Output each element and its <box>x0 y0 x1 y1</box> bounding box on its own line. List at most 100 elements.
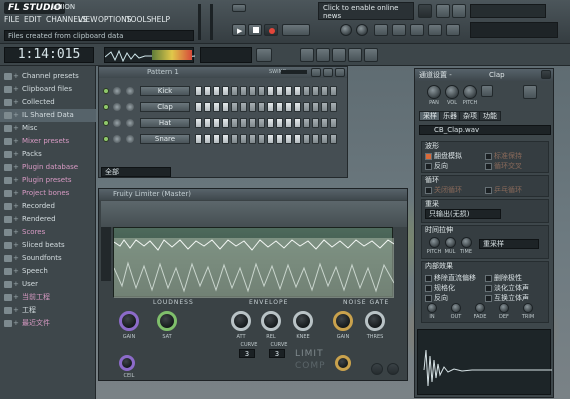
expand-icon[interactable]: + <box>13 265 19 278</box>
step-button[interactable] <box>312 102 319 112</box>
step-button[interactable] <box>321 86 328 96</box>
step-button[interactable] <box>222 134 229 144</box>
channel-pan-knob[interactable] <box>113 135 121 143</box>
precompute-option-6[interactable]: 互换立体声 <box>485 293 529 303</box>
browser-item[interactable]: + Clipboard files <box>0 83 96 96</box>
browser-item[interactable]: + 当前工程 <box>0 291 96 304</box>
expand-icon[interactable]: + <box>13 278 19 291</box>
browser-item[interactable]: + Recorded <box>0 200 96 213</box>
step-button[interactable] <box>303 86 310 96</box>
step-button[interactable] <box>195 102 202 112</box>
channel-name-button[interactable]: Clap <box>140 102 190 112</box>
master-pitch-slider[interactable] <box>210 4 213 40</box>
expand-icon[interactable]: + <box>13 161 19 174</box>
channel-settings-close-button[interactable] <box>541 70 551 79</box>
record-button[interactable] <box>264 24 278 36</box>
step-button[interactable] <box>249 118 256 128</box>
sat-knob[interactable] <box>157 311 177 331</box>
step-button[interactable] <box>195 118 202 128</box>
channel-fx-button[interactable] <box>523 85 537 99</box>
browser-item[interactable]: + Speech <box>0 265 96 278</box>
browser-item[interactable]: + Mixer presets <box>0 135 96 148</box>
step-button[interactable] <box>222 86 229 96</box>
precompute-option-5[interactable]: 反向 <box>425 293 448 303</box>
step-button[interactable] <box>330 134 337 144</box>
step-button[interactable] <box>231 134 238 144</box>
stepseq-option-button-3[interactable] <box>335 68 345 77</box>
menu-tools[interactable]: TOOLS <box>126 15 151 24</box>
step-button[interactable] <box>222 102 229 112</box>
step-button[interactable] <box>321 102 328 112</box>
step-button[interactable] <box>312 118 319 128</box>
step-button[interactable] <box>294 102 301 112</box>
gain-knob[interactable] <box>119 311 139 331</box>
step-button[interactable] <box>285 86 292 96</box>
news-toggle-button[interactable] <box>418 4 432 18</box>
precompute-option-4[interactable]: 淡化立体声 <box>485 283 529 293</box>
channel-mute-led[interactable] <box>103 120 109 126</box>
menu-file[interactable]: FILE <box>4 15 19 24</box>
step-button[interactable] <box>204 86 211 96</box>
expand-icon[interactable]: + <box>13 109 19 122</box>
step-button[interactable] <box>312 86 319 96</box>
step-button[interactable] <box>330 102 337 112</box>
online-news-panel[interactable]: Click to enable online news <box>318 2 414 20</box>
step-button[interactable] <box>276 86 283 96</box>
release-knob[interactable] <box>261 311 281 331</box>
step-button[interactable] <box>276 134 283 144</box>
pattern-song-toggle[interactable] <box>232 4 246 12</box>
toolbar-button-4[interactable] <box>392 24 406 36</box>
channel-name-button[interactable]: Hat <box>140 118 190 128</box>
toolbar-button-3[interactable] <box>374 24 388 36</box>
step-button[interactable] <box>240 118 247 128</box>
toolbar-button-6[interactable] <box>428 24 442 36</box>
toolbar-button-1[interactable] <box>436 4 450 18</box>
step-button[interactable] <box>204 134 211 144</box>
view-browser-button[interactable] <box>348 48 362 62</box>
sample-file-select[interactable]: CB_Clap.wav <box>419 125 551 135</box>
wave-option-2[interactable]: 标准保持 <box>485 151 522 161</box>
fx-def-knob[interactable] <box>499 303 509 313</box>
browser-item[interactable]: + Project bones <box>0 187 96 200</box>
browser-item[interactable]: + Plugin presets <box>0 174 96 187</box>
limiter-prev-button[interactable] <box>371 363 383 375</box>
channel-filter-select[interactable]: 全部 <box>101 167 171 177</box>
limiter-next-button[interactable] <box>387 363 399 375</box>
step-button[interactable] <box>213 86 220 96</box>
wave-option-4[interactable]: 循环交叉 <box>485 161 522 171</box>
wave-option-1[interactable]: 翻盘模拟 <box>425 151 462 161</box>
channel-volume-knob[interactable] <box>126 119 134 127</box>
step-button[interactable] <box>222 118 229 128</box>
step-button[interactable] <box>231 102 238 112</box>
tab-misc[interactable]: 杂项 <box>459 111 481 121</box>
tab-functions[interactable]: 功能 <box>479 111 501 121</box>
step-button[interactable] <box>249 86 256 96</box>
fx-trim-knob[interactable] <box>523 303 533 313</box>
expand-icon[interactable]: + <box>13 122 19 135</box>
expand-icon[interactable]: + <box>13 252 19 265</box>
step-button[interactable] <box>213 134 220 144</box>
toolbar-knob-2[interactable] <box>356 24 368 36</box>
step-button[interactable] <box>258 86 265 96</box>
channel-pan-knob[interactable] <box>113 103 121 111</box>
snap-button[interactable] <box>256 48 272 62</box>
channel-pan-knob[interactable] <box>113 87 121 95</box>
limit-mode-button[interactable]: LIMIT <box>295 349 324 359</box>
browser-item[interactable]: + 最近文件 <box>0 317 96 330</box>
curve-value-2[interactable]: 3 <box>269 349 285 358</box>
browser-item[interactable]: + User <box>0 278 96 291</box>
expand-icon[interactable]: + <box>13 304 19 317</box>
step-button[interactable] <box>303 102 310 112</box>
step-button[interactable] <box>240 86 247 96</box>
swing-slider[interactable] <box>281 70 307 74</box>
expand-icon[interactable]: + <box>13 96 19 109</box>
ts-time-knob[interactable] <box>461 237 472 248</box>
expand-icon[interactable]: + <box>13 213 19 226</box>
pan-knob[interactable] <box>427 85 441 99</box>
view-stepseq-button[interactable] <box>316 48 330 62</box>
loop-option-2[interactable]: 乒乓循环 <box>485 185 522 195</box>
play-button[interactable]: ▶ <box>232 24 246 36</box>
step-button[interactable] <box>294 134 301 144</box>
channel-pan-knob[interactable] <box>113 119 121 127</box>
browser-item[interactable]: + Misc <box>0 122 96 135</box>
